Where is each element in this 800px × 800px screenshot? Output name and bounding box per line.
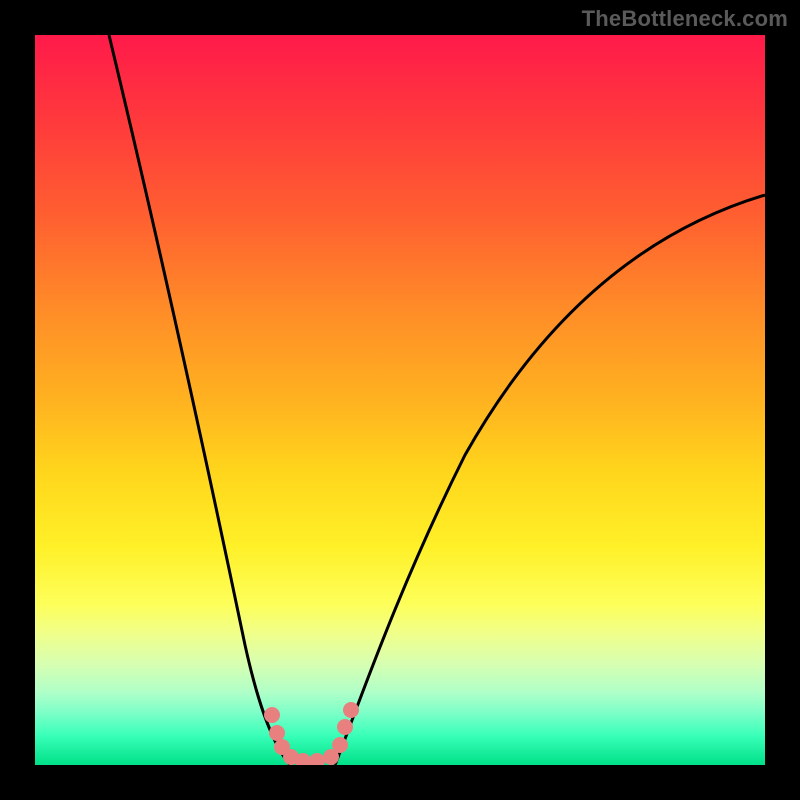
- right-curve: [335, 195, 765, 765]
- left-curve: [109, 35, 290, 765]
- chart-frame: TheBottleneck.com: [0, 0, 800, 800]
- plot-area: [35, 35, 765, 765]
- curves-svg: [35, 35, 765, 765]
- valley-markers: [264, 702, 359, 765]
- attribution-label: TheBottleneck.com: [582, 6, 788, 32]
